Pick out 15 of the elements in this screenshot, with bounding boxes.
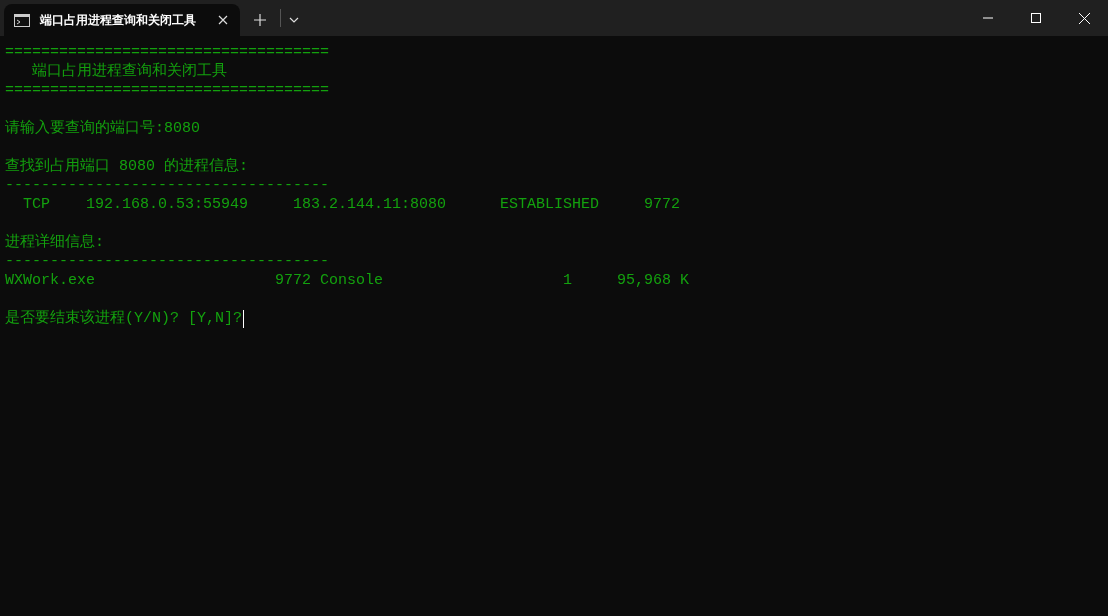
console-line: 请输入要查询的端口号:8080 xyxy=(5,119,200,138)
console-line: WXWork.exe 9772 Console 1 95,968 K xyxy=(5,271,690,290)
text-cursor xyxy=(243,309,245,328)
divider-line: ------------------------------------ xyxy=(5,176,330,195)
console-line: 进程详细信息: xyxy=(5,233,104,252)
console-line: 端口占用进程查询和关闭工具 xyxy=(31,62,227,81)
divider-line: ==================================== xyxy=(5,43,330,62)
console-icon xyxy=(14,13,30,27)
tab-title: 端口占用进程查询和关闭工具 xyxy=(40,11,197,29)
terminal-tab[interactable]: 端口占用进程查询和关闭工具 xyxy=(4,4,240,36)
divider-line: ==================================== xyxy=(5,81,330,100)
console-line: 查找到占用端口 8080 的进程信息: xyxy=(5,157,248,176)
console-line: TCP 192.168.0.53:55949 183.2.144.11:8080 ESTABLISHED 9772 xyxy=(22,195,681,214)
divider-line: ------------------------------------ xyxy=(5,252,330,271)
prompt-line: 是否要结束该进程(Y/N)? [Y,N]? xyxy=(5,309,243,328)
